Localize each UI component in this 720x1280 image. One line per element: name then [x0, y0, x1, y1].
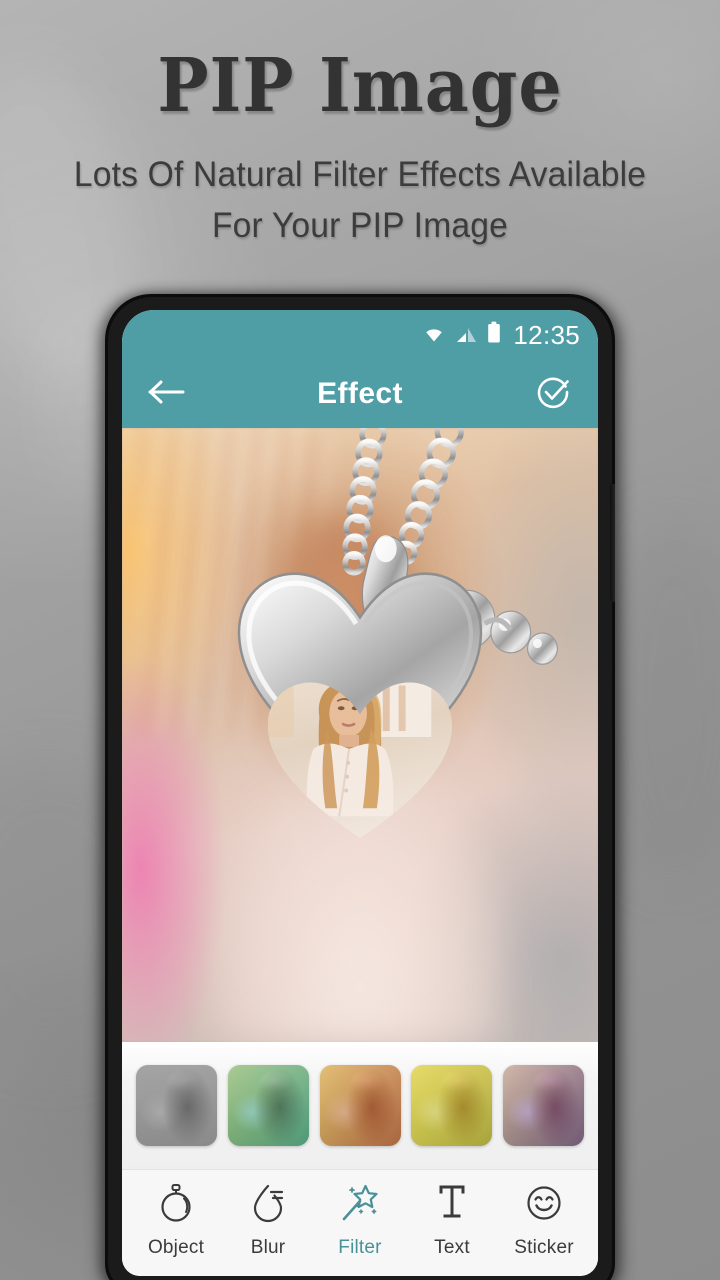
bottom-navigation: Object Blur Filter Text Sticker: [122, 1170, 598, 1276]
phone-power-button[interactable]: [610, 484, 615, 602]
filter-thumbnail-tint: [319, 1065, 401, 1146]
filter-thumbnail[interactable]: [227, 1065, 309, 1146]
nav-label-sticker: Sticker: [514, 1237, 574, 1258]
promo-heading-group: PIP Image Lots Of Natural Filter Effects…: [0, 0, 720, 251]
filter-thumbnail[interactable]: [319, 1065, 401, 1146]
back-button[interactable]: [144, 371, 190, 417]
promo-title: PIP Image: [157, 43, 563, 129]
back-arrow-icon: [147, 378, 187, 411]
status-bar: 12:35: [122, 310, 598, 360]
filter-thumbnail-strip[interactable]: [122, 1042, 598, 1170]
nav-item-sticker[interactable]: Sticker: [500, 1183, 588, 1259]
cellular-signal-icon: [455, 322, 479, 349]
nav-item-blur[interactable]: Blur: [224, 1183, 312, 1259]
confirm-button[interactable]: [530, 371, 576, 417]
locket-inner-photo: [267, 682, 453, 839]
app-bar: Effect: [122, 360, 598, 428]
wifi-icon: [420, 322, 448, 349]
promo-subtitle: Lots Of Natural Filter Effects Available…: [14, 149, 705, 251]
filter-thumbnail-tint: [503, 1065, 584, 1146]
check-circle-icon: [533, 372, 573, 417]
photo-canvas[interactable]: [122, 428, 598, 1042]
status-bar-time: 12:35: [513, 319, 580, 350]
filter-thumbnail-tint: [227, 1065, 309, 1146]
nav-label-filter: Filter: [338, 1237, 382, 1258]
filter-thumbnail[interactable]: [136, 1065, 217, 1146]
phone-screen: 12:35 Effect Object Blur Filter Text Sti…: [122, 310, 598, 1276]
text-t-icon: [433, 1183, 471, 1228]
filter-thumbnail[interactable]: [503, 1065, 584, 1146]
nav-item-object[interactable]: Object: [132, 1183, 220, 1259]
smiley-sticker-icon: [524, 1183, 564, 1228]
blur-droplet-icon: [249, 1183, 287, 1228]
nav-label-text: Text: [434, 1237, 470, 1258]
nav-label-object: Object: [147, 1237, 205, 1258]
filter-thumbnail-tint: [411, 1065, 493, 1146]
magic-wand-icon: [340, 1183, 380, 1228]
background-blob: [600, 520, 720, 880]
promo-subtitle-line-2: For Your PIP Image: [211, 206, 509, 245]
pip-locket[interactable]: [189, 569, 532, 916]
phone-mockup: 12:35 Effect Object Blur Filter Text Sti…: [105, 294, 615, 1280]
filter-thumbnail-gray: [136, 1065, 217, 1146]
filter-thumbnail[interactable]: [411, 1065, 493, 1146]
battery-icon: [486, 321, 502, 350]
nav-item-text[interactable]: Text: [408, 1183, 496, 1259]
promo-subtitle-line-1: Lots Of Natural Filter Effects Available: [73, 154, 647, 194]
nav-label-blur: Blur: [250, 1237, 286, 1258]
app-bar-title: Effect: [317, 377, 403, 410]
object-bauble-icon: [157, 1183, 195, 1228]
nav-item-filter[interactable]: Filter: [316, 1183, 404, 1259]
